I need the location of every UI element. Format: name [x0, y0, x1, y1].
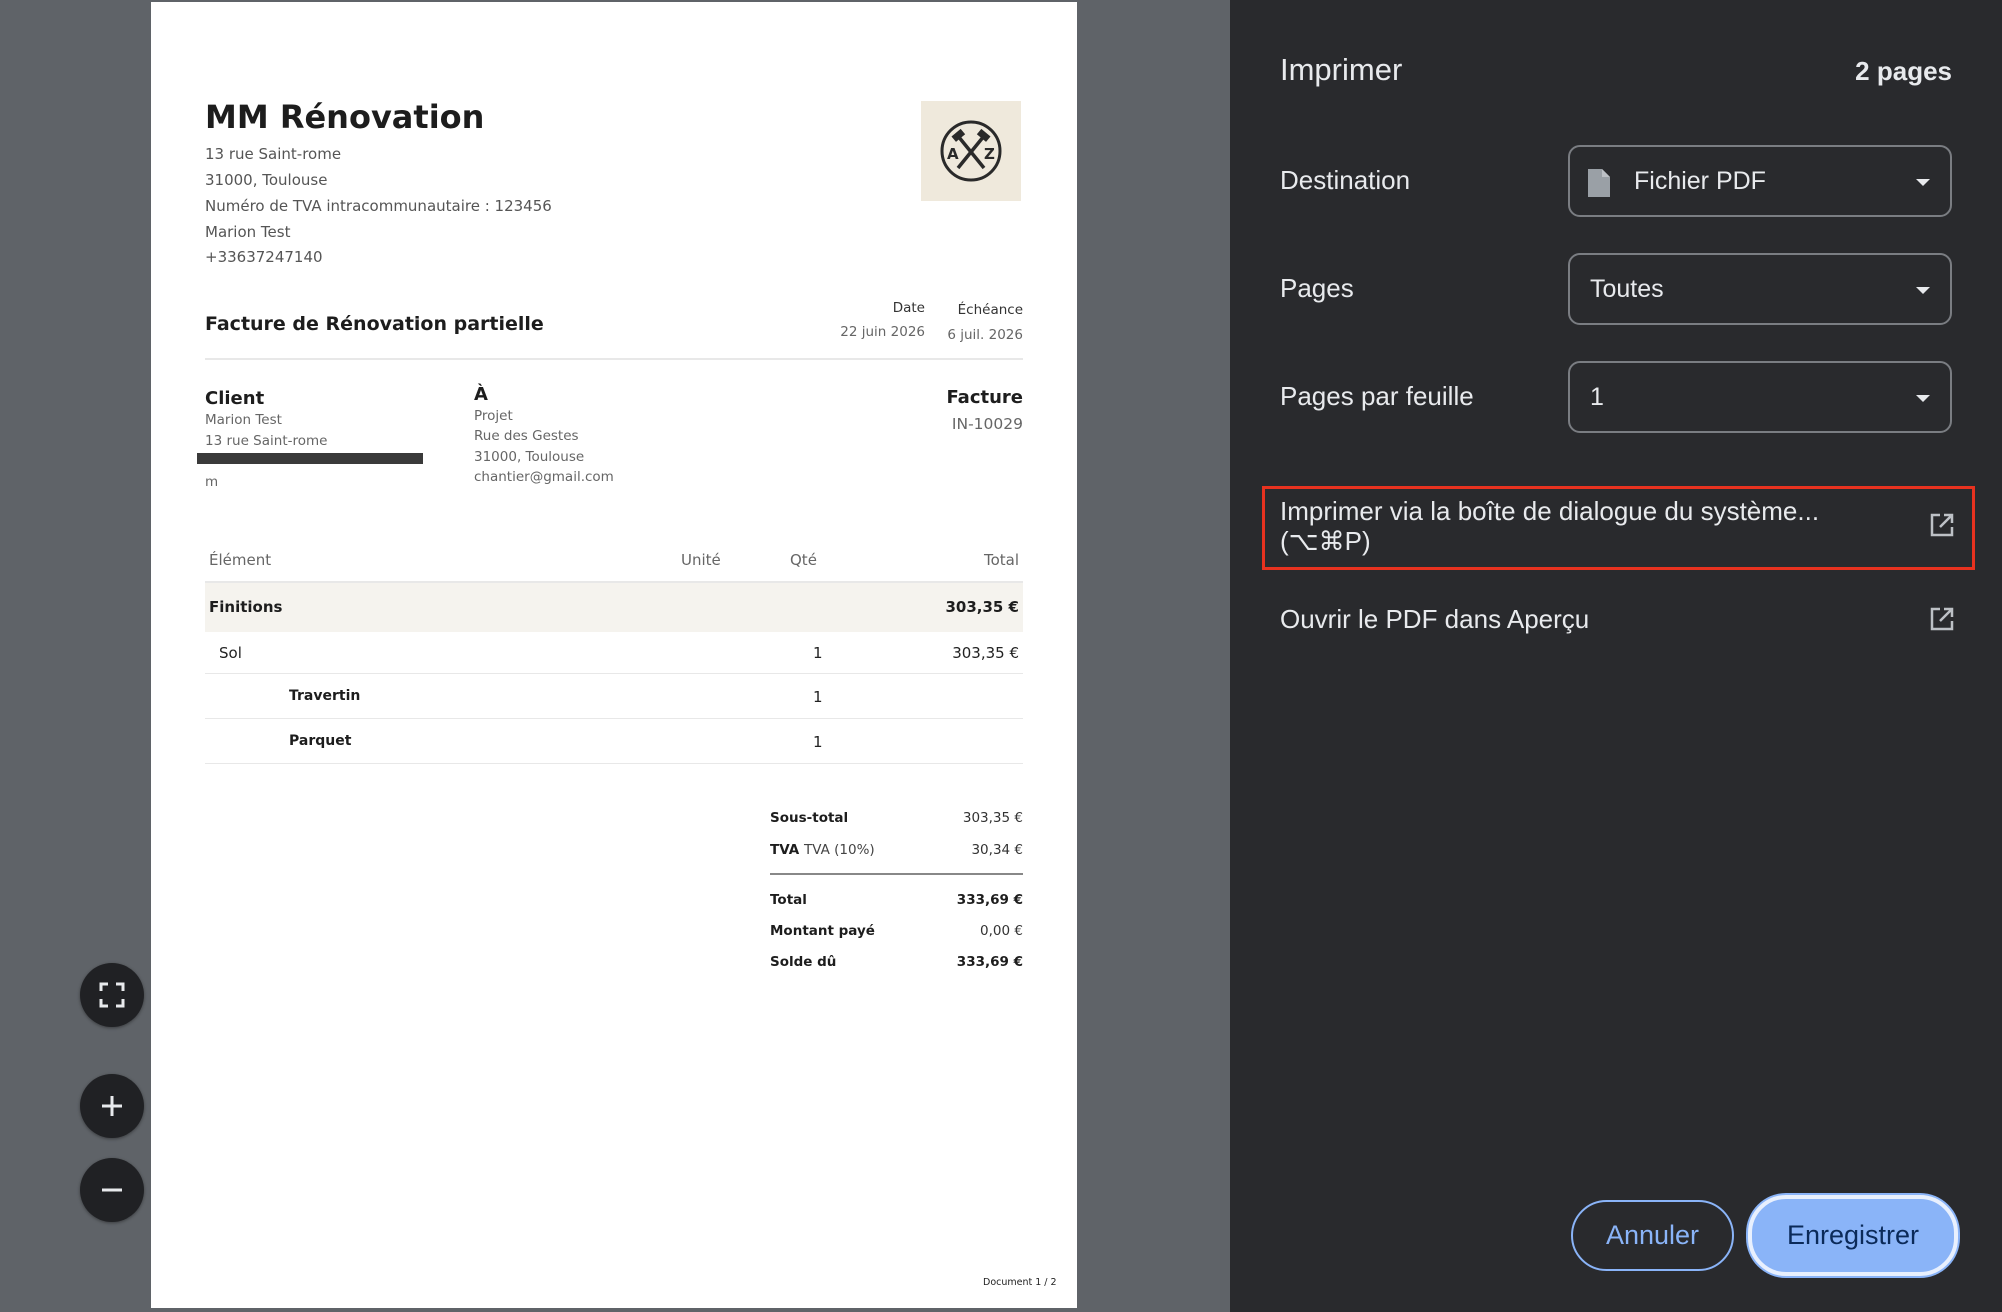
- divider: [205, 718, 1023, 719]
- divider: [770, 873, 1023, 875]
- document-icon: [1588, 169, 1610, 197]
- line-item-name: Sol: [219, 644, 242, 662]
- open-external-icon: [1930, 607, 1954, 631]
- total-value: 333,69 €: [956, 892, 1023, 908]
- date-value: 22 juin 2026: [840, 324, 925, 340]
- plus-icon: [102, 1096, 122, 1116]
- column-header-total: Total: [983, 551, 1019, 569]
- amount-paid-label: Montant payé: [770, 923, 875, 939]
- line-item-name: Travertin: [289, 688, 361, 704]
- print-preview-area: MM Rénovation 13 rue Saint-rome 31000, T…: [0, 0, 1230, 1312]
- chevron-down-icon: [1916, 287, 1930, 294]
- group-name: Finitions: [209, 598, 283, 616]
- company-contact-name: Marion Test: [205, 223, 291, 241]
- column-header-qty: Qté: [790, 551, 817, 569]
- pages-per-sheet-label: Pages par feuille: [1280, 381, 1474, 411]
- redaction-bar: [197, 453, 423, 464]
- total-label: Total: [770, 892, 807, 908]
- recipient-line: Projet: [474, 408, 513, 424]
- highlight-box: [1262, 486, 1975, 570]
- recipient-line: 31000, Toulouse: [474, 449, 585, 465]
- company-phone: +33637247140: [205, 248, 323, 266]
- fit-to-page-button[interactable]: [80, 963, 144, 1027]
- page-footer: Document 1 / 2: [983, 1277, 1057, 1288]
- client-line: Marion Test: [205, 412, 282, 428]
- invoice-title: Facture de Rénovation partielle: [205, 313, 544, 335]
- company-address-line: 31000, Toulouse: [205, 171, 328, 189]
- subtotal-label: Sous-total: [770, 810, 849, 826]
- amount-paid-value: 0,00 €: [980, 923, 1023, 939]
- column-header-unit: Unité: [681, 551, 721, 569]
- due-date-label: Échéance: [957, 302, 1023, 318]
- client-line: 13 rue Saint-rome: [205, 433, 328, 449]
- recipient-heading: À: [474, 384, 488, 405]
- save-button[interactable]: Enregistrer: [1748, 1195, 1958, 1276]
- balance-due-value: 333,69 €: [956, 954, 1023, 970]
- client-line: m: [205, 474, 219, 490]
- destination-select[interactable]: Fichier PDF: [1568, 145, 1952, 217]
- svg-text:Z: Z: [984, 145, 995, 163]
- tva-label: TVA: [770, 842, 800, 858]
- group-row: [205, 583, 1023, 632]
- print-settings-panel: Imprimer 2 pages Destination Fichier PDF…: [1230, 0, 2002, 1312]
- group-total: 303,35 €: [945, 598, 1019, 616]
- company-vat-line: Numéro de TVA intracommunautaire : 12345…: [205, 197, 552, 215]
- line-item-total: 303,35 €: [952, 644, 1019, 662]
- tva-rate: TVA (10%): [804, 842, 875, 858]
- zoom-out-button[interactable]: [80, 1158, 144, 1222]
- fit-to-page-icon: [99, 982, 125, 1008]
- company-name: MM Rénovation: [205, 98, 485, 136]
- date-label: Date: [892, 300, 925, 316]
- open-pdf-preview-label: Ouvrir le PDF dans Aperçu: [1280, 604, 1590, 634]
- pages-per-sheet-select[interactable]: 1: [1568, 361, 1952, 433]
- pages-label: Pages: [1280, 273, 1354, 303]
- page-count: 2 pages: [1855, 56, 1952, 86]
- client-heading: Client: [205, 388, 265, 409]
- chevron-down-icon: [1916, 395, 1930, 402]
- balance-due-label: Solde dû: [770, 954, 837, 970]
- line-item-qty: 1: [813, 733, 823, 751]
- pages-select[interactable]: Toutes: [1568, 253, 1952, 325]
- invoice-page: MM Rénovation 13 rue Saint-rome 31000, T…: [151, 2, 1077, 1308]
- recipient-email: chantier@gmail.com: [474, 469, 614, 485]
- panel-title: Imprimer: [1280, 52, 1403, 87]
- tva-value: 30,34 €: [971, 842, 1023, 858]
- company-logo: A Z: [921, 101, 1021, 201]
- column-header-element: Élément: [209, 551, 272, 569]
- subtotal-value: 303,35 €: [962, 810, 1023, 826]
- line-item-name: Parquet: [289, 733, 352, 749]
- minus-icon: [102, 1188, 122, 1192]
- due-date-value: 6 juil. 2026: [947, 327, 1023, 343]
- document-type: Facture: [946, 387, 1023, 408]
- company-address-line: 13 rue Saint-rome: [205, 145, 342, 163]
- destination-value: Fichier PDF: [1634, 166, 1766, 195]
- divider: [205, 763, 1023, 764]
- open-pdf-preview-link[interactable]: Ouvrir le PDF dans Aperçu: [1260, 598, 1980, 642]
- svg-text:A: A: [947, 145, 959, 163]
- destination-label: Destination: [1280, 165, 1411, 195]
- pages-per-sheet-value: 1: [1590, 382, 1604, 411]
- zoom-in-button[interactable]: [80, 1074, 144, 1138]
- chevron-down-icon: [1916, 179, 1930, 186]
- divider: [205, 358, 1023, 360]
- divider: [205, 673, 1023, 674]
- document-number: IN-10029: [951, 415, 1023, 433]
- line-item-qty: 1: [813, 644, 823, 662]
- cancel-button[interactable]: Annuler: [1571, 1200, 1734, 1271]
- pages-value: Toutes: [1590, 274, 1664, 303]
- recipient-line: Rue des Gestes: [474, 428, 579, 444]
- line-item-qty: 1: [813, 688, 823, 706]
